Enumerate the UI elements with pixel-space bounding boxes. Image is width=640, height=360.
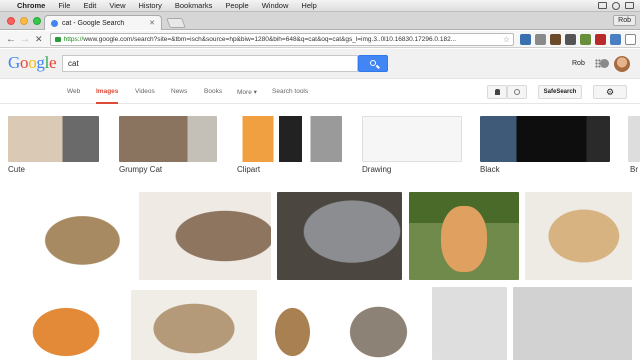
tab-news[interactable]: News [171, 88, 187, 95]
related-thumbnail [8, 116, 99, 162]
menu-chrome[interactable]: Chrome [17, 0, 45, 12]
tab-web[interactable]: Web [67, 88, 80, 95]
tab-videos[interactable]: Videos [135, 88, 155, 95]
image-result[interactable] [8, 192, 132, 280]
extension-book-icon[interactable] [565, 33, 576, 45]
related-thumbnail [119, 116, 217, 162]
search-input[interactable]: cat [62, 55, 358, 72]
globe-icon [514, 89, 520, 95]
menu-bookmarks[interactable]: Bookmarks [175, 0, 213, 12]
search-tabs: Web Images Videos News Books More ▾ Sear… [0, 80, 640, 104]
forward-arrow-icon[interactable]: → [18, 34, 32, 45]
clock-icon[interactable] [612, 1, 620, 10]
image-placeholder[interactable] [432, 287, 507, 360]
user-name[interactable]: Rob [572, 60, 585, 67]
related-label: Br [630, 165, 638, 174]
notifications-icon[interactable] [600, 59, 609, 68]
close-window-button[interactable] [7, 17, 15, 25]
image-result[interactable] [525, 192, 632, 280]
related-label: Clipart [237, 165, 261, 174]
image-result[interactable] [277, 192, 402, 280]
logo-letter: G [8, 53, 20, 72]
new-tab-button[interactable] [166, 18, 186, 28]
close-tab-icon[interactable]: ✕ [149, 19, 155, 27]
address-bar[interactable]: https:// www.google.com/search?site=&tbm… [49, 32, 514, 46]
tab-images[interactable]: Images [96, 88, 119, 104]
url-protocol: https:// [63, 35, 84, 43]
related-thumbnail [362, 116, 462, 162]
menu-edit[interactable]: Edit [83, 0, 96, 12]
related-label: Black [480, 165, 500, 174]
menu-help[interactable]: Help [301, 0, 316, 12]
extension-cloud-icon[interactable] [610, 33, 621, 45]
image-result[interactable] [131, 290, 257, 360]
browser-tab[interactable]: cat - Google Search ✕ [44, 15, 162, 30]
stop-icon[interactable]: ✕ [32, 34, 46, 45]
related-thumbnail [480, 116, 610, 162]
back-arrow-icon[interactable]: ← [4, 34, 18, 45]
tab-title: cat - Google Search [62, 19, 125, 27]
search-tools-button[interactable]: Search tools [272, 88, 308, 95]
browser-toolbar: ← → ✕ https:// www.google.com/search?sit… [0, 31, 640, 48]
image-result[interactable] [409, 192, 519, 280]
bookmark-star-icon[interactable]: ☆ [503, 35, 510, 44]
menu-people[interactable]: People [225, 0, 248, 12]
image-result[interactable] [331, 290, 426, 360]
search-button[interactable] [358, 55, 388, 72]
profile-button[interactable]: Rob [613, 15, 636, 26]
google-logo[interactable]: Google [8, 53, 57, 73]
battery-icon[interactable] [625, 2, 634, 9]
extension-stack-icon[interactable] [520, 33, 531, 45]
gear-icon: ⚙ [605, 87, 615, 97]
google-header: Google cat Rob [0, 49, 640, 79]
image-result[interactable] [8, 290, 124, 360]
related-label: Drawing [362, 165, 392, 174]
image-placeholder[interactable] [513, 287, 632, 360]
tab-books[interactable]: Books [204, 88, 222, 95]
menu-view[interactable]: View [109, 0, 125, 12]
status-icons [598, 1, 640, 10]
logo-letter: g [36, 53, 45, 72]
extension-icons [520, 33, 636, 45]
extension-pen-icon[interactable] [535, 33, 546, 45]
menu-window[interactable]: Window [262, 0, 289, 12]
logo-letter: o [19, 53, 29, 72]
personal-results-button[interactable] [487, 85, 507, 99]
extension-red-icon[interactable] [595, 33, 606, 45]
minimize-window-button[interactable] [20, 17, 28, 25]
window-controls [7, 17, 41, 25]
menu-file[interactable]: File [58, 0, 70, 12]
settings-button[interactable]: ⚙ [593, 85, 627, 99]
logo-letter: e [49, 53, 57, 72]
image-result[interactable] [262, 290, 323, 360]
extension-k-icon[interactable] [550, 33, 561, 45]
macos-menubar: Chrome File Edit View History Bookmarks … [0, 0, 640, 12]
avatar[interactable] [614, 56, 630, 72]
menu-history[interactable]: History [139, 0, 162, 12]
tab-more[interactable]: More ▾ [237, 88, 257, 96]
related-label: Cute [8, 165, 25, 174]
google-favicon-icon [51, 19, 58, 27]
extension-leaf-icon[interactable] [580, 33, 591, 45]
safesearch-button[interactable]: SafeSearch [538, 85, 582, 99]
screen-icon[interactable] [598, 2, 607, 9]
lock-icon [54, 36, 61, 42]
hide-personal-results-button[interactable] [507, 85, 527, 99]
tab-strip: cat - Google Search ✕ Rob [0, 12, 640, 30]
url-text: www.google.com/search?site=&tbm=isch&sou… [83, 35, 457, 43]
related-thumbnail [628, 116, 640, 162]
related-thumbnail [237, 116, 342, 162]
chrome-menu-icon[interactable] [625, 33, 636, 45]
person-icon [494, 89, 500, 95]
related-label: Grumpy Cat [119, 165, 163, 174]
zoom-window-button[interactable] [33, 17, 41, 25]
image-result[interactable] [139, 192, 271, 280]
